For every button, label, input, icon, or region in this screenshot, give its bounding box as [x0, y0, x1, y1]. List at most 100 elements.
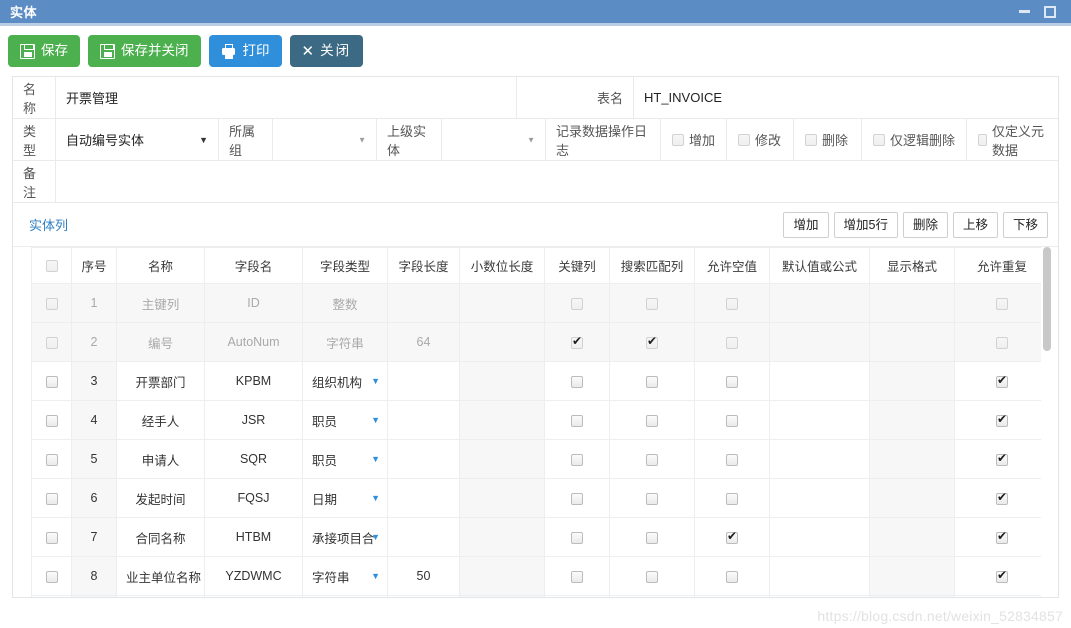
table-row[interactable]: 1 主键列 ID 整数 — [31, 283, 1050, 323]
cell-allow-null[interactable] — [694, 517, 770, 557]
cell-field-length[interactable] — [387, 361, 460, 401]
cell-search-match[interactable] — [609, 517, 695, 557]
row-select-checkbox[interactable] — [31, 556, 72, 596]
table-row[interactable]: 8 业主单位名称 YZDWMC 字符串 ▼ 50 — [31, 556, 1050, 596]
checkbox-icon[interactable] — [726, 414, 738, 427]
cell-allow-duplicate[interactable] — [954, 517, 1050, 557]
checkbox-icon[interactable] — [996, 451, 1008, 466]
cell-field-name[interactable]: HTBM — [204, 517, 303, 557]
cell-field-type[interactable]: 日期 ▼ — [302, 478, 388, 518]
cell-field-type[interactable]: 字符串 — [302, 322, 388, 362]
checkbox-icon[interactable] — [726, 570, 738, 583]
cell-default-value[interactable] — [769, 517, 870, 557]
cell-decimal-length[interactable] — [459, 361, 545, 401]
table-vertical-scrollbar[interactable] — [1041, 247, 1052, 597]
entity-columns-title[interactable]: 实体列 — [29, 215, 68, 234]
maximize-icon[interactable] — [1037, 1, 1063, 23]
cell-allow-null[interactable] — [694, 439, 770, 479]
minimize-icon[interactable] — [1011, 1, 1037, 23]
checkbox-icon[interactable] — [996, 412, 1008, 427]
cell-field-length[interactable] — [387, 595, 460, 597]
table-row[interactable]: 4 经手人 JSR 职员 ▼ — [31, 400, 1050, 440]
cell-allow-null[interactable] — [694, 283, 770, 323]
cell-field-name[interactable]: JSR — [204, 400, 303, 440]
checkbox-icon[interactable] — [45, 570, 58, 583]
add-row-button[interactable]: 增加 — [783, 211, 829, 238]
row-select-checkbox[interactable] — [31, 361, 72, 401]
cell-default-value[interactable] — [769, 478, 870, 518]
cell-field-name[interactable]: AutoNum — [204, 322, 303, 362]
parent-entity-select[interactable]: ▼ — [442, 119, 546, 160]
print-button[interactable]: 打印 — [208, 35, 282, 67]
cell-decimal-length[interactable] — [459, 595, 545, 597]
checkbox-icon[interactable] — [646, 492, 658, 505]
cell-default-value[interactable] — [769, 595, 870, 597]
cell-allow-null[interactable] — [694, 595, 770, 597]
cell-field-name[interactable]: ID — [204, 283, 303, 323]
checkbox-icon[interactable] — [646, 570, 658, 583]
cell-field-name[interactable]: KPBM — [204, 361, 303, 401]
cell-field-length[interactable] — [387, 439, 460, 479]
row-select-checkbox[interactable] — [31, 283, 72, 323]
cell-key-column[interactable] — [544, 283, 610, 323]
cell-decimal-length[interactable] — [459, 322, 545, 362]
cell-key-column[interactable] — [544, 595, 610, 597]
cell-decimal-length[interactable] — [459, 439, 545, 479]
move-up-button[interactable]: 上移 — [952, 211, 998, 238]
row-select-checkbox[interactable] — [31, 400, 72, 440]
cell-decimal-length[interactable] — [459, 283, 545, 323]
cell-search-match[interactable] — [609, 478, 695, 518]
row-select-checkbox[interactable] — [31, 478, 72, 518]
row-select-checkbox[interactable] — [31, 595, 72, 597]
table-row[interactable]: 6 发起时间 FQSJ 日期 ▼ — [31, 478, 1050, 518]
log-option-delete[interactable]: 删除 — [794, 119, 862, 160]
cell-display-format[interactable] — [869, 556, 955, 596]
move-down-button[interactable]: 下移 — [1002, 211, 1048, 238]
th-select-all[interactable] — [31, 247, 72, 284]
cell-key-column[interactable] — [544, 400, 610, 440]
checkbox-icon[interactable] — [571, 334, 583, 349]
checkbox-icon[interactable] — [45, 492, 58, 505]
checkbox-icon[interactable] — [996, 490, 1008, 505]
cell-name[interactable]: 编号 — [116, 322, 205, 362]
cell-allow-null[interactable] — [694, 478, 770, 518]
cell-decimal-length[interactable] — [459, 400, 545, 440]
checkbox-icon[interactable] — [726, 336, 738, 349]
cell-field-length[interactable] — [387, 478, 460, 518]
delete-row-button[interactable]: 删除 — [902, 211, 948, 238]
cell-name[interactable]: 开票部门 — [116, 361, 205, 401]
cell-field-length[interactable] — [387, 400, 460, 440]
cell-allow-duplicate[interactable] — [954, 439, 1050, 479]
table-row[interactable] — [31, 595, 1050, 597]
cell-field-type[interactable] — [302, 595, 388, 597]
cell-field-length[interactable]: 64 — [387, 322, 460, 362]
checkbox-icon[interactable] — [45, 375, 58, 388]
checkbox-icon[interactable] — [996, 336, 1008, 349]
checkbox-icon[interactable] — [996, 529, 1008, 544]
checkbox-icon[interactable] — [45, 297, 58, 310]
checkbox-icon[interactable] — [726, 375, 738, 388]
type-select[interactable]: 自动编号实体 ▼ — [56, 119, 219, 160]
table-row[interactable]: 3 开票部门 KPBM 组织机构 ▼ — [31, 361, 1050, 401]
checkbox-icon[interactable] — [726, 297, 738, 310]
close-button[interactable]: ✕ 关闭 — [289, 35, 364, 67]
checkbox-icon[interactable] — [45, 531, 58, 544]
checkbox-icon[interactable] — [646, 334, 658, 349]
cell-default-value[interactable] — [769, 283, 870, 323]
table-row[interactable]: 5 申请人 SQR 职员 ▼ — [31, 439, 1050, 479]
cell-decimal-length[interactable] — [459, 556, 545, 596]
cell-display-format[interactable] — [869, 322, 955, 362]
row-select-checkbox[interactable] — [31, 517, 72, 557]
cell-allow-duplicate[interactable] — [954, 322, 1050, 362]
checkbox-icon[interactable] — [996, 373, 1008, 388]
cell-allow-duplicate[interactable] — [954, 556, 1050, 596]
cell-field-length[interactable] — [387, 283, 460, 323]
checkbox-icon[interactable] — [571, 375, 583, 388]
add-five-rows-button[interactable]: 增加5行 — [833, 211, 898, 238]
cell-display-format[interactable] — [869, 283, 955, 323]
cell-name[interactable] — [116, 595, 205, 597]
cell-key-column[interactable] — [544, 478, 610, 518]
cell-field-type[interactable]: 字符串 ▼ — [302, 556, 388, 596]
cell-field-name[interactable]: FQSJ — [204, 478, 303, 518]
cell-name[interactable]: 发起时间 — [116, 478, 205, 518]
